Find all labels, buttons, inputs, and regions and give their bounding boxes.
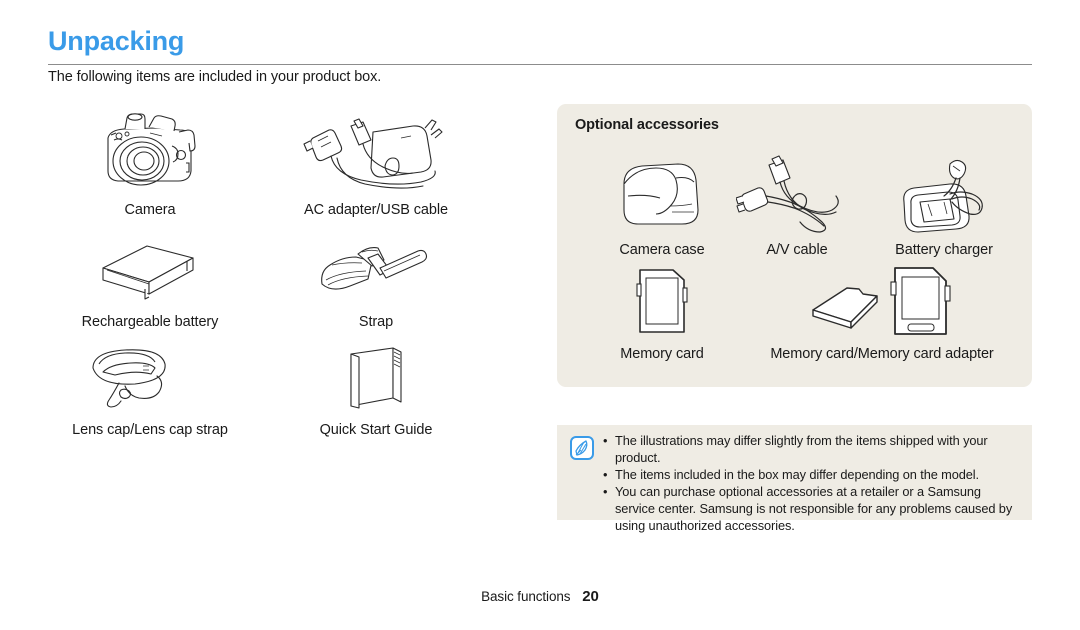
footer: Basic functions 20 [0,588,1080,605]
optional-item-memory-card: Memory card [587,266,737,362]
optional-item-label: Memory card [620,346,704,362]
page-title: Unpacking [48,26,185,56]
optional-item-label: Memory card/Memory card adapter [770,346,994,362]
av-cable-icon [722,154,872,234]
bullet-icon: • [603,433,608,448]
optional-item-av-cable: A/V cable [722,154,872,258]
item-label: Quick Start Guide [319,422,433,438]
item-lens-cap: Lens cap/Lens cap strap [62,348,238,438]
bullet-icon: • [603,484,608,499]
item-battery: Rechargeable battery [62,240,238,330]
memory-card-adapter-icon [737,266,1027,338]
optional-item-label: Camera case [619,242,705,258]
note-box: • The illustrations may differ slightly … [557,425,1032,533]
optional-item-camera-case: Camera case [587,154,737,258]
item-quick-start-guide: Quick Start Guide [288,347,464,438]
note-text: You can purchase optional accessories at… [615,484,1013,533]
camera-case-icon [587,154,737,234]
optional-accessories-heading: Optional accessories [575,117,719,133]
item-label: Strap [358,314,394,330]
ac-adapter-usb-cable-icon [288,108,464,194]
title-divider [48,64,1032,65]
note-item: • The illustrations may differ slightly … [603,432,1022,466]
optional-item-label: Battery charger [895,242,993,258]
note-item: • You can purchase optional accessories … [603,483,1022,534]
item-label: Camera [124,202,176,218]
item-ac-adapter: AC adapter/USB cable [288,108,464,218]
footer-section-label: Basic functions [481,589,571,604]
item-camera: Camera [62,108,238,218]
intro-text: The following items are included in your… [48,69,382,85]
item-strap: Strap [288,240,464,330]
item-label: Lens cap/Lens cap strap [72,422,228,438]
strap-icon [288,240,464,306]
battery-icon [62,240,238,306]
item-label: Rechargeable battery [81,314,219,330]
optional-item-label: A/V cable [766,242,828,258]
camera-icon [62,108,238,194]
note-item: • The items included in the box may diff… [603,466,1022,483]
item-label: AC adapter/USB cable [304,202,448,218]
note-text: The illustrations may differ slightly fr… [615,433,988,465]
footer-page-number: 20 [582,588,599,605]
bullet-icon: • [603,467,608,482]
optional-item-memory-card-adapter: Memory card/Memory card adapter [737,266,1027,362]
optional-accessories-panel: Optional accessories Camera case A/V cab… [557,104,1032,387]
optional-item-battery-charger: Battery charger [869,154,1019,258]
note-pen-icon [570,436,594,460]
lens-cap-icon [62,348,238,414]
note-list: • The illustrations may differ slightly … [603,432,1022,534]
note-text: The items included in the box may differ… [615,467,979,482]
memory-card-icon [587,266,737,338]
battery-charger-icon [869,154,1019,234]
quick-start-guide-icon [288,347,464,414]
